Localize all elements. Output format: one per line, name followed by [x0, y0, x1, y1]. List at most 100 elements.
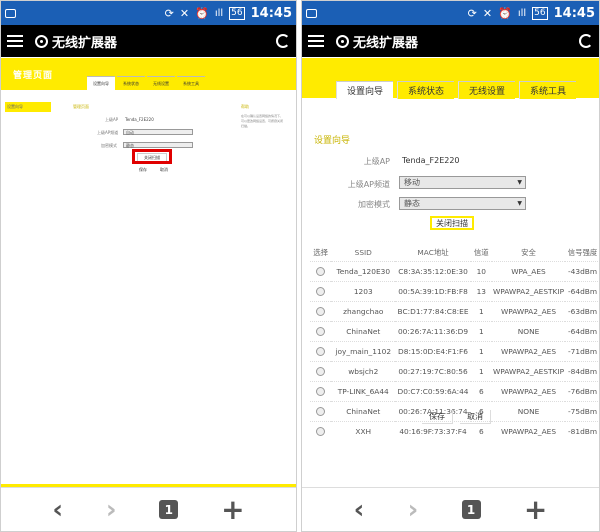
channel-cell: 1	[470, 301, 492, 322]
channel-cell: 1	[470, 341, 492, 362]
channel-select-value: 移动	[404, 178, 420, 187]
select-radio[interactable]	[316, 347, 326, 357]
tab-system-status[interactable]: 系统状态	[397, 81, 455, 99]
app-bar: 无线扩展器	[302, 25, 599, 57]
select-cell	[310, 421, 332, 441]
select-radio[interactable]	[316, 267, 326, 277]
image-notification-icon	[306, 8, 317, 18]
table-row[interactable]: ChinaNet 00:26:7A:11:36:D9 1 NONE -64dBm	[310, 321, 599, 342]
app-logo-icon	[336, 34, 349, 48]
select-radio[interactable]	[316, 427, 326, 437]
mac-cell: BC:D1:77:84:C8:EE	[395, 301, 471, 322]
signal-cell: -64dBm	[565, 321, 599, 342]
channel-select[interactable]: 移动 ▼	[399, 176, 526, 189]
save-button[interactable]: 保存	[422, 410, 453, 424]
select-radio[interactable]	[316, 327, 326, 337]
signal-cell: -43dBm	[565, 261, 599, 282]
tab-wireless-settings[interactable]: 无线设置	[147, 76, 175, 90]
battery-icon: 56	[532, 6, 548, 20]
table-row[interactable]: joy_main_1102 D8:15:0D:E4:F1:F6 1 WPAWPA2_A…	[310, 341, 599, 362]
close-scan-button[interactable]: 关闭扫描	[430, 216, 474, 230]
mac-cell: 00:27:19:7C:80:56	[395, 361, 471, 382]
highlight-box	[132, 149, 172, 164]
signal-icon: ıll	[214, 7, 224, 19]
mac-cell: C8:3A:35:12:0E:30	[395, 261, 471, 282]
encrypt-select[interactable]: 静态 ▼	[399, 197, 526, 210]
signal-icon: ıll	[517, 7, 527, 19]
tab-bar: 设置向导 系统状态 无线设置 系统工具	[336, 81, 577, 99]
table-row[interactable]: zhangchao BC:D1:77:84:C8:EE 1 WPAWPA2_AES -6…	[310, 301, 599, 322]
table-row[interactable]: ChinaNet 00:26:7A:11:36:74 6 NONE -75dBm	[310, 401, 599, 422]
signal-cell: -64dBm	[565, 281, 599, 302]
column-header-mac: MAC地址	[417, 247, 449, 257]
security-cell: WPA_AES	[491, 261, 566, 282]
select-radio[interactable]	[316, 287, 326, 297]
column-header-security: 安全	[521, 247, 536, 257]
table-row[interactable]: Tenda_120E30 C8:3A:35:12:0E:30 10 WPA_AES -4…	[310, 261, 599, 282]
select-radio[interactable]	[316, 407, 326, 417]
table-row[interactable]: XXH 40:16:9F:73:37:F4 6 WPAWPA2_AES -81dBm	[310, 421, 599, 441]
tab-system-tools[interactable]: 系统工具	[519, 81, 577, 99]
column-header-select: 选择	[313, 247, 328, 257]
cancel-button[interactable]: 取消	[460, 410, 491, 424]
new-tab-plus-icon[interactable]: +	[524, 495, 547, 524]
refresh-icon[interactable]	[579, 34, 593, 48]
select-cell	[310, 261, 332, 282]
select-radio[interactable]	[316, 367, 326, 377]
table-row[interactable]: 1203 00:5A:39:1D:FB:F8 13 WPAWPA2_AESTKIP -6…	[310, 281, 599, 302]
refresh-icon[interactable]	[276, 34, 290, 48]
channel-cell: 1	[470, 321, 492, 342]
security-cell: NONE	[491, 401, 566, 422]
ssid-cell: zhangchao	[331, 301, 396, 322]
table-row[interactable]: wbsjch2 00:27:19:7C:80:56 1 WPAWPA2_AESTKIP…	[310, 361, 599, 382]
save-button[interactable]: 保存	[137, 167, 149, 173]
select-cell	[310, 401, 332, 422]
channel-label: 上级AP频道	[347, 180, 390, 189]
security-cell: WPAWPA2_AESTKIP	[491, 361, 566, 382]
security-cell: WPAWPA2_AES	[491, 301, 566, 322]
sync-icon: ⟳	[164, 6, 174, 20]
encrypt-select[interactable]: 静态	[123, 142, 193, 148]
forward-arrow-icon[interactable]: ›	[408, 497, 419, 523]
back-arrow-icon[interactable]: ‹	[52, 497, 63, 523]
channel-cell: 1	[470, 361, 492, 382]
tab-count-badge[interactable]: 1	[461, 500, 481, 519]
ap-scan-table: 选择 SSID MAC地址 信道 安全 信号强度 Tenda_120E30 C8:…	[310, 243, 599, 441]
tab-wireless-settings[interactable]: 无线设置	[458, 81, 516, 99]
tab-setup-wizard[interactable]: 设置向导	[87, 76, 115, 90]
dropdown-caret-icon: ▼	[517, 179, 522, 186]
select-radio[interactable]	[316, 307, 326, 317]
security-cell: WPAWPA2_AES	[491, 421, 566, 441]
select-cell	[310, 301, 332, 322]
phone-screen-right: ⟳ ✕ ⏰ ıll 56 14:45 无线扩展器 设置向导 系统状态 无线设置 …	[301, 0, 600, 532]
tab-system-tools[interactable]: 系统工具	[177, 76, 205, 90]
page-header: 设置向导 系统状态 无线设置 系统工具	[302, 58, 599, 99]
table-row[interactable]: TP-LINK_6A44 D0:C7:C0:59:6A:44 6 WPAWPA2_AE…	[310, 381, 599, 402]
column-header-channel: 信道	[473, 247, 489, 257]
new-tab-plus-icon[interactable]: +	[221, 495, 244, 524]
encrypt-label: 加密模式	[101, 143, 117, 148]
signal-cell: -71dBm	[565, 341, 599, 362]
back-arrow-icon[interactable]: ‹	[354, 497, 365, 523]
cancel-button[interactable]: 取消	[158, 167, 170, 173]
router-page-zoomed-out: 管理页面 设置向导 系统状态 无线设置 系统工具 设置向导 管理页面 帮助 在可…	[1, 58, 296, 487]
battery-icon: 56	[229, 6, 245, 20]
channel-select[interactable]: 自动	[123, 129, 193, 135]
mac-cell: D0:C7:C0:59:6A:44	[395, 381, 471, 402]
status-time: 14:45	[553, 5, 595, 21]
menu-icon[interactable]	[7, 35, 23, 47]
select-radio[interactable]	[316, 387, 326, 397]
phone-screen-left: ⟳ ✕ ⏰ ıll 56 14:45 无线扩展器 管理页面 设置向导 系统状态 …	[0, 0, 297, 532]
ssid-cell: ChinaNet	[331, 401, 396, 422]
select-cell	[310, 321, 332, 342]
status-bar: ⟳ ✕ ⏰ ıll 56 14:45	[302, 1, 599, 25]
menu-icon[interactable]	[308, 35, 324, 47]
ssid-cell: wbsjch2	[331, 361, 396, 382]
mac-cell: D8:15:0D:E4:F1:F6	[395, 341, 471, 362]
tab-count-badge[interactable]: 1	[159, 500, 179, 519]
tab-system-status[interactable]: 系统状态	[117, 76, 145, 90]
channel-cell: 6	[470, 381, 492, 402]
forward-arrow-icon[interactable]: ›	[106, 497, 117, 523]
sidebar-item-setup-wizard[interactable]: 设置向导	[5, 102, 51, 112]
tab-setup-wizard[interactable]: 设置向导	[336, 81, 394, 99]
